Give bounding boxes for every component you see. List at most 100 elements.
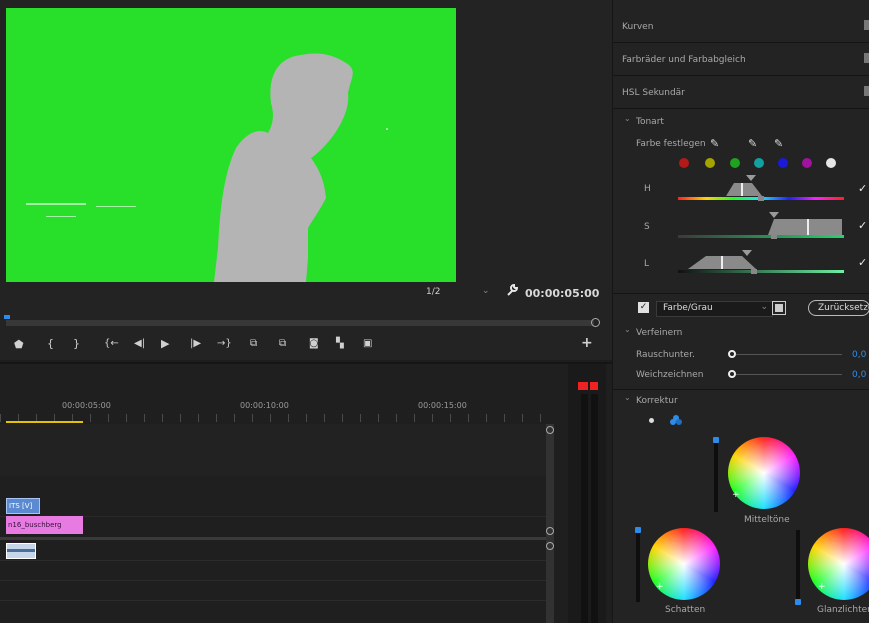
- shadows-wheel-marker[interactable]: +: [656, 582, 664, 592]
- chevron-down-icon[interactable]: ⌄: [624, 325, 631, 334]
- swatch-red[interactable]: [679, 158, 689, 168]
- hue-enable-checkbox[interactable]: ✓: [858, 182, 867, 195]
- luminance-label: L: [644, 259, 650, 269]
- swatch-cyan[interactable]: [754, 158, 764, 168]
- chevron-down-icon[interactable]: ⌄: [624, 393, 631, 402]
- eyedropper-icon[interactable]: ✎: [710, 137, 719, 150]
- mark-in-icon[interactable]: {: [47, 337, 54, 350]
- blur-slider-track[interactable]: [736, 374, 842, 375]
- add-button-icon[interactable]: +: [581, 335, 593, 351]
- gray-silhouette: [26, 53, 388, 282]
- lift-icon[interactable]: ⧉: [250, 338, 257, 349]
- scroll-handle-bottom[interactable]: [546, 542, 554, 550]
- denoise-slider-handle[interactable]: [728, 350, 736, 358]
- extract-icon[interactable]: ⧉: [279, 338, 286, 349]
- swatch-yellow[interactable]: [705, 158, 715, 168]
- highlights-label: Glanzlichter: [817, 605, 869, 615]
- highlights-wheel-marker[interactable]: +: [818, 582, 826, 592]
- blur-value[interactable]: 0,0: [852, 370, 866, 380]
- scroll-handle-top[interactable]: [546, 426, 554, 434]
- reset-label: Zurücksetzen: [818, 303, 869, 313]
- scrubber-end-handle[interactable]: [591, 318, 600, 327]
- go-to-in-icon[interactable]: {←: [104, 338, 119, 349]
- track-separator[interactable]: [0, 537, 552, 540]
- work-area-bar[interactable]: [6, 421, 83, 423]
- invert-mask-fill: [775, 304, 783, 312]
- chevron-down-icon: ⌄: [760, 302, 768, 312]
- ruler-tick-3: 00:00:15:00: [418, 401, 467, 410]
- section-toggle[interactable]: [864, 86, 869, 96]
- toggle-proxies-icon[interactable]: ▣: [363, 338, 372, 349]
- highlights-luma-handle[interactable]: [795, 599, 801, 605]
- playhead-timecode: 00:00:05:00: [525, 287, 600, 300]
- swatch-white[interactable]: [826, 158, 836, 168]
- hue-label: H: [644, 184, 651, 194]
- midtones-wheel-marker[interactable]: +: [732, 490, 740, 500]
- ruler-tick-2: 00:00:10:00: [240, 401, 289, 410]
- play-icon[interactable]: ▶: [161, 337, 169, 350]
- ruler-tick-1: 00:00:05:00: [62, 401, 111, 410]
- single-wheel-mode-icon[interactable]: [649, 418, 654, 423]
- shadows-label: Schatten: [665, 605, 706, 615]
- mask-mode-select[interactable]: Farbe/Grau ⌄: [656, 301, 773, 317]
- track-line: [0, 560, 552, 561]
- midtones-luma-handle[interactable]: [713, 437, 719, 443]
- step-back-icon[interactable]: ◀|: [134, 338, 145, 349]
- denoise-label: Rauschunter.: [636, 350, 695, 360]
- saturation-label: S: [644, 222, 650, 232]
- eyedropper-add-icon[interactable]: ✎: [748, 137, 757, 150]
- highlights-luma-slider[interactable]: [796, 530, 800, 602]
- divider: [612, 389, 869, 390]
- swatch-magenta[interactable]: [802, 158, 812, 168]
- saturation-enable-checkbox[interactable]: ✓: [858, 219, 867, 232]
- audio-clip[interactable]: [6, 543, 36, 559]
- denoise-slider-track[interactable]: [736, 354, 842, 355]
- comparison-view-icon[interactable]: ▚: [336, 338, 344, 349]
- audio-waveform: [7, 549, 35, 552]
- monitor-scrubber[interactable]: [6, 320, 594, 326]
- section-toggle[interactable]: [864, 53, 869, 63]
- mark-out-icon[interactable]: }: [73, 337, 80, 350]
- resolution-select[interactable]: 1/2: [426, 287, 440, 297]
- section-curves[interactable]: Kurven: [622, 22, 653, 32]
- section-toggle[interactable]: [864, 20, 869, 30]
- saturation-range-slider[interactable]: [676, 210, 846, 242]
- wrench-icon[interactable]: [505, 283, 519, 300]
- shadows-luma-slider[interactable]: [636, 530, 640, 602]
- section-color-wheels[interactable]: Farbräder und Farbabgleich: [622, 55, 746, 65]
- scroll-handle-mid[interactable]: [546, 527, 554, 535]
- correction-title: Korrektur: [636, 396, 678, 406]
- chevron-down-icon[interactable]: ⌄: [482, 286, 490, 296]
- show-mask-checkbox[interactable]: ✓: [638, 302, 649, 313]
- set-color-label: Farbe festlegen: [636, 139, 706, 149]
- blur-slider-handle[interactable]: [728, 370, 736, 378]
- camera-icon[interactable]: ◙: [309, 338, 319, 349]
- divider: [612, 293, 869, 294]
- swatch-green[interactable]: [730, 158, 740, 168]
- timeline-scrollbar[interactable]: [546, 424, 554, 623]
- video-frame: [6, 8, 456, 282]
- reset-button[interactable]: Zurücksetzen: [808, 300, 869, 316]
- marker-icon[interactable]: ⬟: [14, 338, 24, 351]
- scrubber-playhead[interactable]: [4, 315, 10, 319]
- go-to-out-icon[interactable]: →}: [217, 338, 232, 349]
- swatch-blue[interactable]: [778, 158, 788, 168]
- hue-range-slider[interactable]: [676, 175, 846, 205]
- audio-clip-indicator: [590, 382, 598, 390]
- clip-text-label[interactable]: ITS [V]: [6, 498, 40, 514]
- audio-meter-left: [581, 394, 588, 623]
- invert-mask-icon[interactable]: [772, 301, 786, 315]
- divider: [612, 108, 869, 109]
- step-forward-icon[interactable]: |▶: [190, 338, 201, 349]
- chevron-down-icon[interactable]: ⌄: [624, 114, 631, 123]
- clip-image-label[interactable]: n16_buschberg (3).jpg: [6, 516, 83, 547]
- eyedropper-subtract-icon[interactable]: ✎: [774, 137, 783, 150]
- luminance-range-slider[interactable]: [676, 248, 846, 278]
- luminance-enable-checkbox[interactable]: ✓: [858, 256, 867, 269]
- shadows-luma-handle[interactable]: [635, 527, 641, 533]
- midtones-luma-slider[interactable]: [714, 440, 718, 512]
- section-hsl[interactable]: HSL Sekundär: [622, 88, 685, 98]
- refine-title: Verfeinern: [636, 328, 683, 338]
- three-wheel-mode-icon[interactable]: [670, 414, 682, 429]
- denoise-value[interactable]: 0,0: [852, 350, 866, 360]
